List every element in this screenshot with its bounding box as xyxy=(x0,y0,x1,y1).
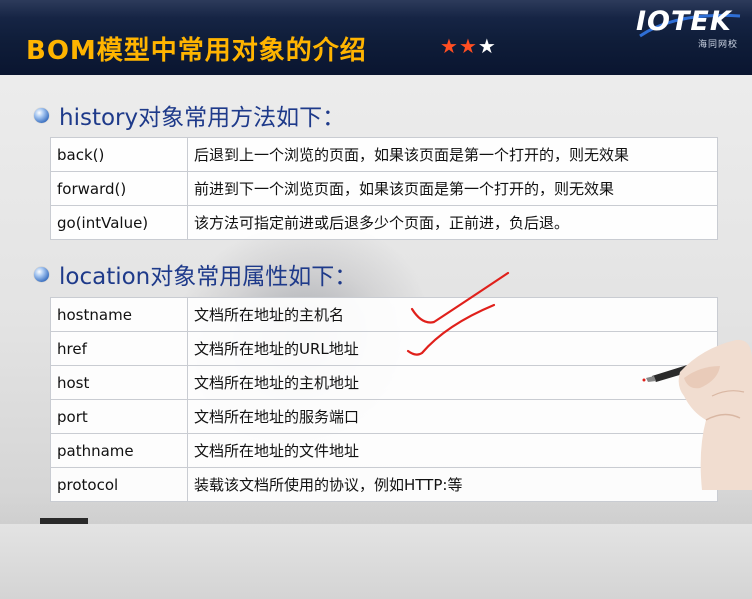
logo-subtitle: 海同网校 xyxy=(697,40,738,50)
method-description: 前进到下一个浏览页面，如果该页面是第一个打开的，则无效果 xyxy=(187,171,718,206)
table-row: protocol 装载该文档所使用的协议，例如HTTP:等 xyxy=(50,467,718,502)
property-description: 文档所在地址的主机名 xyxy=(187,297,718,332)
star-empty-icon: ★ xyxy=(477,34,497,58)
location-heading: location对象常用属性如下： xyxy=(34,257,357,291)
method-name: back() xyxy=(50,137,188,172)
hand-with-pen-image xyxy=(642,339,752,490)
bullet-icon xyxy=(34,108,49,123)
difficulty-stars: ★★★ xyxy=(440,34,497,58)
slide-title: BOM模型中常用对象的介绍 xyxy=(26,36,367,66)
property-name: pathname xyxy=(50,433,188,468)
history-methods-table: back() 后退到上一个浏览的页面，如果该页面是第一个打开的，则无效果 for… xyxy=(50,137,718,240)
table-row: port 文档所在地址的服务端口 xyxy=(50,399,718,434)
method-name: forward() xyxy=(50,171,188,206)
background-shade xyxy=(0,495,752,599)
property-description: 装载该文档所使用的协议，例如HTTP:等 xyxy=(187,467,718,502)
star-filled-icon: ★ xyxy=(440,34,459,58)
method-name: go(intValue) xyxy=(50,205,188,240)
bullet-icon xyxy=(34,267,49,282)
table-row: href 文档所在地址的URL地址 xyxy=(50,331,718,366)
property-name: protocol xyxy=(50,467,188,502)
slide-header: BOM模型中常用对象的介绍 ★★★ IOTEK 海同网校 xyxy=(0,0,752,75)
method-description: 该方法可指定前进或后退多少个页面，正前进，负后退。 xyxy=(187,205,718,240)
location-properties-table: hostname 文档所在地址的主机名 href 文档所在地址的URL地址 ho… xyxy=(50,297,718,502)
table-row: forward() 前进到下一个浏览页面，如果该页面是第一个打开的，则无效果 xyxy=(50,171,718,206)
property-name: host xyxy=(50,365,188,400)
table-row: go(intValue) 该方法可指定前进或后退多少个页面，正前进，负后退。 xyxy=(50,205,718,240)
bottom-edge-tab xyxy=(40,518,88,524)
property-description: 文档所在地址的主机地址 xyxy=(187,365,718,400)
property-name: port xyxy=(50,399,188,434)
property-name: hostname xyxy=(50,297,188,332)
property-description: 文档所在地址的文件地址 xyxy=(187,433,718,468)
property-description: 文档所在地址的服务端口 xyxy=(187,399,718,434)
history-heading-text: history对象常用方法如下： xyxy=(59,105,346,131)
star-filled-icon: ★ xyxy=(458,34,478,58)
table-row: pathname 文档所在地址的文件地址 xyxy=(50,433,718,468)
brand-logo: IOTEK 海同网校 xyxy=(636,6,744,50)
table-row: hostname 文档所在地址的主机名 xyxy=(50,297,718,332)
property-description: 文档所在地址的URL地址 xyxy=(187,331,718,366)
history-heading: history对象常用方法如下： xyxy=(34,98,345,132)
location-heading-text: location对象常用属性如下： xyxy=(59,264,358,290)
method-description: 后退到上一个浏览的页面，如果该页面是第一个打开的，则无效果 xyxy=(187,137,718,172)
property-name: href xyxy=(50,331,188,366)
table-row: back() 后退到上一个浏览的页面，如果该页面是第一个打开的，则无效果 xyxy=(50,137,718,172)
table-row: host 文档所在地址的主机地址 xyxy=(50,365,718,400)
logo-wordmark: IOTEK xyxy=(636,6,732,37)
